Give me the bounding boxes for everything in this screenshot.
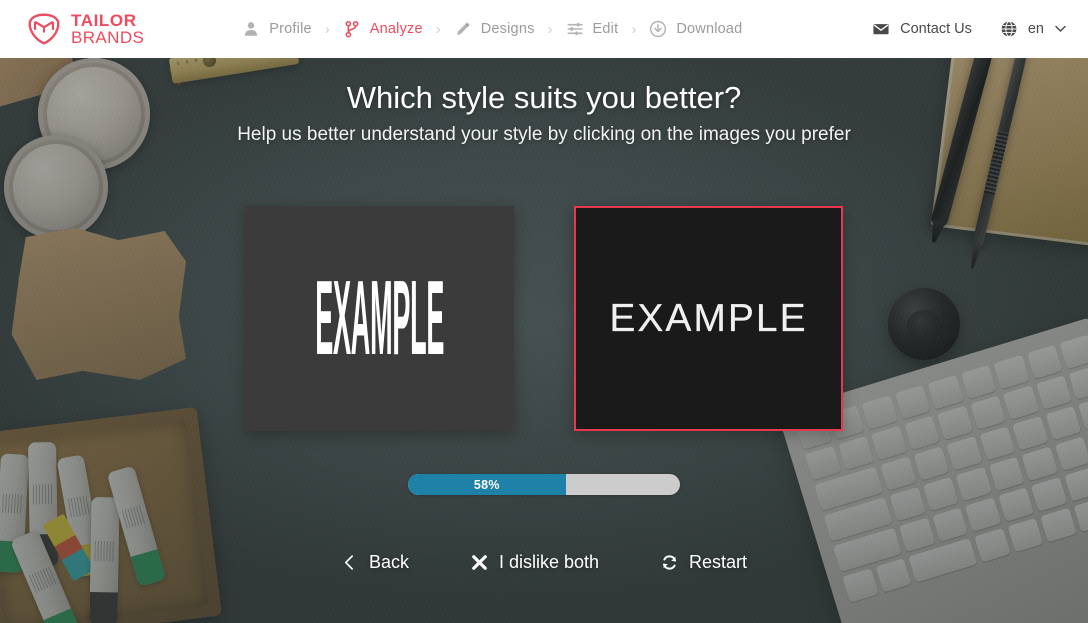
branch-icon xyxy=(345,20,359,38)
step-separator: › xyxy=(631,20,637,38)
main-content: Which style suits you better? Help us be… xyxy=(0,58,1088,623)
back-button[interactable]: Back xyxy=(341,552,409,573)
top-navigation-bar: TAILOR BRANDS Profile › Analyze › Design… xyxy=(0,0,1088,58)
style-options: EXAMPLE EXAMPLE xyxy=(0,206,1088,431)
style-option-left[interactable]: EXAMPLE xyxy=(245,206,514,431)
page-title: Which style suits you better? xyxy=(346,80,742,115)
globe-icon xyxy=(1001,21,1017,37)
brand-logo-wordmark: TAILOR BRANDS xyxy=(71,12,144,46)
x-mark-icon xyxy=(472,555,487,570)
step-analyze[interactable]: Analyze xyxy=(343,20,423,38)
page-subtitle: Help us better understand your style by … xyxy=(237,124,851,145)
tailor-brands-shield-icon xyxy=(28,13,60,45)
language-selector[interactable]: en xyxy=(1000,20,1066,38)
brand-logo-line1: TAILOR xyxy=(71,11,137,30)
sliders-icon xyxy=(566,22,583,36)
brand-logo-line2: BRANDS xyxy=(71,28,145,47)
progress-percent-label: 58% xyxy=(473,477,500,492)
style-option-right[interactable]: EXAMPLE xyxy=(574,206,843,431)
step-profile[interactable]: Profile xyxy=(242,20,312,38)
brand-logo[interactable]: TAILOR BRANDS xyxy=(26,12,144,46)
header-right-group: Contact Us en xyxy=(872,20,1066,38)
pencil-icon xyxy=(456,22,470,35)
user-icon xyxy=(245,22,258,36)
restart-button[interactable]: Restart xyxy=(661,552,747,573)
refresh-icon xyxy=(662,555,677,570)
dislike-both-label: I dislike both xyxy=(498,552,600,572)
progress-bar-fill: 58% xyxy=(408,474,566,495)
workflow-steps: Profile › Analyze › Designs › Edit › Dow… xyxy=(242,20,742,38)
style-option-left-text: EXAMPLE xyxy=(315,258,444,377)
step-separator: › xyxy=(547,20,553,38)
dislike-both-button[interactable]: I dislike both xyxy=(471,552,599,573)
download-circle-icon xyxy=(650,20,667,38)
step-edit-label: Edit xyxy=(592,21,619,37)
app-window: TAILOR BRANDS Profile › Analyze › Design… xyxy=(0,0,1088,623)
step-analyze-label: Analyze xyxy=(369,21,423,37)
envelope-icon xyxy=(873,24,889,35)
progress-section: 58% xyxy=(0,474,1088,495)
progress-bar: 58% xyxy=(408,474,680,495)
back-button-label: Back xyxy=(368,552,409,572)
chevron-left-icon xyxy=(344,555,353,570)
style-option-right-text: EXAMPLE xyxy=(609,296,808,340)
contact-us-button[interactable]: Contact Us xyxy=(872,20,972,38)
step-separator: › xyxy=(324,20,330,38)
action-buttons: Back I dislike both Restart xyxy=(0,552,1088,573)
step-edit[interactable]: Edit xyxy=(566,20,619,38)
contact-us-label: Contact Us xyxy=(900,21,972,37)
step-designs[interactable]: Designs xyxy=(454,20,535,38)
language-label: en xyxy=(1027,21,1044,37)
step-download[interactable]: Download xyxy=(649,20,742,38)
step-download-label: Download xyxy=(676,21,743,37)
step-designs-label: Designs xyxy=(480,21,535,37)
restart-button-label: Restart xyxy=(689,552,748,572)
step-separator: › xyxy=(435,20,441,38)
chevron-down-icon xyxy=(1055,25,1066,33)
step-profile-label: Profile xyxy=(269,21,312,37)
